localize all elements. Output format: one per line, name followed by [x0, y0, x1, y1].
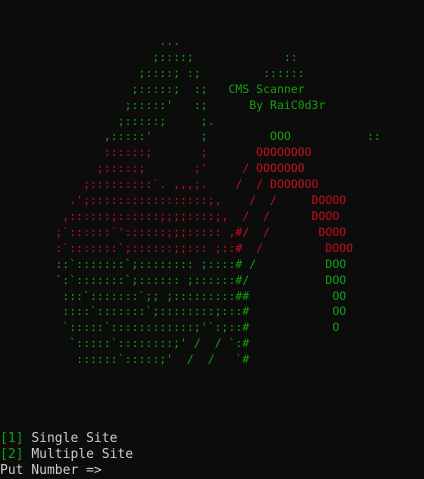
menu: [1] Single Site [2] Multiple Site Put Nu… — [0, 431, 133, 479]
ascii-art-segment: ::::::; ; OOOOOOOO — [0, 145, 312, 160]
ascii-art-segment: `:::::`::::::::::::;'`:;::# O — [0, 320, 340, 335]
ascii-art-line: :`:::::::`;::::::;;::: ;::# / DOOO — [0, 241, 353, 255]
ascii-art-line: ... — [0, 34, 180, 48]
ascii-art-line: ;:::::::::`. ,,,;. / / DOOOOOO — [0, 177, 319, 192]
ascii-art-line: ;:::::; :; CMS Scanner — [0, 82, 305, 96]
ascii-art-segment: ;:::::; :; — [0, 81, 229, 96]
option-2-number: [2] — [0, 447, 24, 462]
ascii-art-line: ;:::::; ;. — [0, 114, 215, 128]
input-prompt-line[interactable]: Put Number => — [0, 463, 133, 479]
ascii-art-line: ,:::::' ; OOO :: — [0, 129, 381, 143]
ascii-art-line: ;:::::; ;' / OOOOOOO — [0, 161, 305, 175]
ascii-art-segment: ::::`:::::::`;::::::::;:::# OO — [0, 304, 347, 319]
ascii-art-segment: .';:::::::::::::::::;, / / DOOOO — [0, 193, 347, 208]
ascii-art-line: `:::::`::::::::;' / / `:# — [0, 336, 249, 350]
ascii-art-segment: ;:::::::::`. ,,,;. / / DOOOOOO — [0, 177, 319, 192]
ascii-art-segment: `:::::`::::::::;' / / `:# — [0, 336, 250, 351]
ascii-art-segment: :`:::::::`;::::::;;::: ;::# / DOOO — [0, 240, 354, 255]
ascii-art-line: `:::::`::::::::::::;'`:;::# O — [0, 320, 339, 334]
ascii-art-segment: ;`::::::`'::::::;;;::::: ,#/ / DOOO — [0, 224, 347, 239]
text-cursor[interactable] — [110, 463, 117, 476]
ascii-art-segment: CMS Scanner — [228, 81, 305, 96]
ascii-art-segment: ::`:::::::`;:::::::: ;::::# / DOO — [0, 256, 347, 271]
ascii-art-segment: ;:::::; ;. — [0, 113, 215, 128]
menu-option-multiple-site: [2] Multiple Site — [0, 447, 133, 463]
ascii-art-banner: ... ;::::; :: ;::::; :; :::::: ;:::::; :… — [0, 34, 381, 368]
ascii-art-segment: :::`:::::::`;; ;:::::::::## OO — [0, 288, 347, 303]
ascii-art-line: ;::::; :; :::::: — [0, 65, 305, 80]
ascii-art-line: ::::::; ; OOOOOOOO — [0, 145, 312, 159]
ascii-art-line: ;:::::' :; By RaiC0d3r — [0, 97, 326, 112]
ascii-art-segment: ;:::::; ;' / OOOOOOO — [0, 161, 305, 176]
ascii-art-segment: ;::::; :: — [0, 49, 298, 64]
ascii-art-line: ;`::::::`'::::::;;;::::: ,#/ / DOOO — [0, 225, 346, 239]
option-2-label: Multiple Site — [31, 447, 134, 462]
terminal-window: ... ;::::; :: ;::::; :; :::::: ;:::::; :… — [0, 0, 424, 479]
menu-option-single-site: [1] Single Site — [0, 431, 133, 447]
ascii-art-segment: ,:::::' ; OOO :: — [0, 129, 381, 144]
ascii-art-line: ::::::`:::::;' / / `# — [0, 352, 249, 366]
ascii-art-line: ,::::::;::::::;;;;::::;, / / DOOO — [0, 209, 339, 223]
ascii-art-line: ::::`:::::::`;::::::::;:::# OO — [0, 304, 346, 318]
option-1-label: Single Site — [31, 431, 118, 446]
ascii-art-line: `:`:::::::`;:::::: ;::::::#/ DOO — [0, 273, 346, 287]
option-1-number: [1] — [0, 431, 24, 446]
ascii-art-segment: ... — [0, 34, 181, 48]
ascii-art-segment: ,::::::;::::::;;;;::::;, / / DOOO — [0, 208, 340, 223]
ascii-art-segment: `:`:::::::`;:::::: ;::::::#/ DOO — [0, 272, 347, 287]
ascii-art-line: ;::::; :: — [0, 49, 298, 64]
ascii-art-segment: ;::::; :; :::::: — [0, 65, 305, 80]
ascii-art-segment: ::::::`:::::;' / / `# — [0, 352, 250, 367]
ascii-art-line: .';:::::::::::::::::;, / / DOOOO — [0, 193, 346, 207]
ascii-art-line: ::`:::::::`;:::::::: ;::::# / DOO — [0, 257, 346, 271]
ascii-art-segment: By RaiC0d3r — [249, 97, 326, 112]
ascii-art-line: :::`:::::::`;; ;:::::::::## OO — [0, 289, 346, 303]
ascii-art-segment: ;:::::' :; — [0, 97, 250, 112]
input-prompt: Put Number => — [0, 463, 110, 478]
